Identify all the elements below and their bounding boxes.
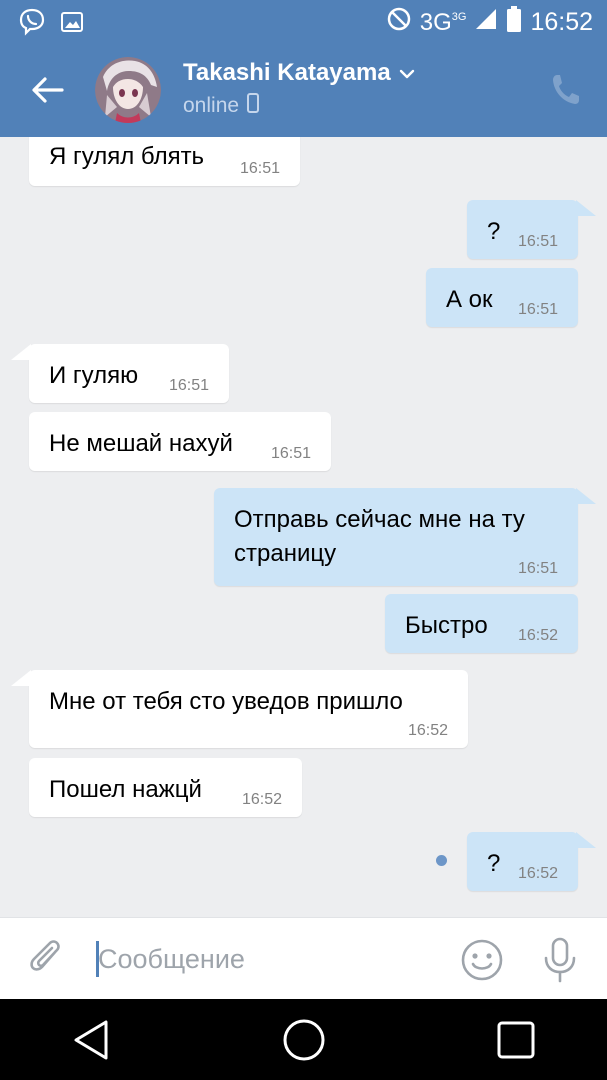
emoji-icon[interactable]: [460, 938, 504, 982]
message-outgoing[interactable]: Отправь сейчас мне на ту страницу 16:51: [214, 488, 578, 586]
back-arrow-icon[interactable]: [28, 70, 68, 110]
message-text: Пошел нажцй: [49, 776, 202, 803]
message-text: Мне от тебя сто уведов пришло: [49, 688, 403, 715]
message-incoming[interactable]: Я гулял блять 16:51: [29, 137, 300, 186]
message-text: Я гулял блять: [49, 143, 205, 170]
contact-name-label: Takashi Katayama: [183, 59, 391, 86]
message-input[interactable]: [98, 936, 438, 982]
contact-status: online: [183, 93, 260, 119]
signal-icon: [474, 7, 498, 38]
nav-home-icon[interactable]: [282, 1018, 326, 1062]
message-text: Отправь сейчас мне на ту: [234, 506, 525, 533]
message-outgoing[interactable]: Быстро 16:52: [385, 594, 578, 653]
avatar[interactable]: [95, 57, 161, 123]
message-time: 16:52: [517, 627, 558, 644]
chat-header: Takashi Katayama online: [0, 42, 607, 137]
message-text: ?: [487, 218, 501, 245]
message-incoming[interactable]: Мне от тебя сто уведов пришло 16:52: [29, 670, 468, 748]
system-nav-bar: [0, 999, 607, 1080]
message-text: И гуляю: [49, 362, 139, 389]
message-incoming[interactable]: И гуляю 16:51: [29, 344, 229, 403]
message-incoming[interactable]: Пошел нажцй 16:52: [29, 758, 302, 817]
message-time: 16:51: [517, 301, 558, 318]
phone-icon[interactable]: [551, 72, 581, 106]
nav-back-icon[interactable]: [70, 1018, 114, 1062]
message-text: Не мешай нахуй: [49, 430, 233, 457]
status-bar: 3G3G 16:52: [0, 0, 607, 42]
message-text: ?: [487, 850, 501, 877]
bubble-tail: [576, 832, 596, 848]
message-time: 16:51: [517, 560, 558, 577]
message-list[interactable]: Я гулял блять 16:51 ? 16:51 А ок 16:51 И…: [0, 137, 607, 917]
paperclip-icon[interactable]: [28, 939, 68, 979]
contact-name[interactable]: Takashi Katayama: [183, 59, 415, 87]
do-not-disturb-icon: [386, 6, 412, 39]
message-text: Быстро: [405, 612, 488, 639]
message-time: 16:51: [270, 445, 311, 462]
chevron-down-icon: [399, 59, 415, 87]
bubble-tail: [576, 200, 596, 216]
network-label: 3G: [419, 8, 452, 36]
message-outgoing[interactable]: ? 16:52: [467, 832, 578, 891]
message-incoming[interactable]: Не мешай нахуй 16:51: [29, 412, 331, 471]
message-time: 16:52: [241, 791, 282, 808]
bubble-tail: [576, 488, 596, 504]
message-outgoing[interactable]: А ок 16:51: [426, 268, 578, 327]
battery-icon: [506, 6, 522, 39]
message-time: 16:52: [407, 722, 448, 739]
status-time: 16:52: [530, 8, 593, 36]
microphone-icon[interactable]: [541, 936, 579, 984]
message-outgoing[interactable]: ? 16:51: [467, 200, 578, 259]
image-icon: [60, 10, 84, 39]
message-time: 16:52: [517, 865, 558, 882]
message-text: А ок: [446, 286, 493, 313]
network-sup-label: 3G: [451, 10, 467, 23]
bubble-tail: [11, 670, 31, 686]
bubble-tail: [11, 344, 31, 360]
message-time: 16:51: [168, 377, 209, 394]
unread-dot: [436, 855, 447, 866]
message-text-line2: страницу: [234, 540, 337, 567]
online-status: online: [183, 94, 240, 117]
composer: [0, 917, 607, 999]
message-time: 16:51: [239, 160, 280, 177]
nav-recent-icon[interactable]: [496, 1020, 536, 1060]
message-time: 16:51: [517, 233, 558, 250]
network-type: 3G3G: [420, 9, 467, 37]
viber-icon: [18, 8, 46, 41]
mobile-icon: [247, 93, 260, 119]
